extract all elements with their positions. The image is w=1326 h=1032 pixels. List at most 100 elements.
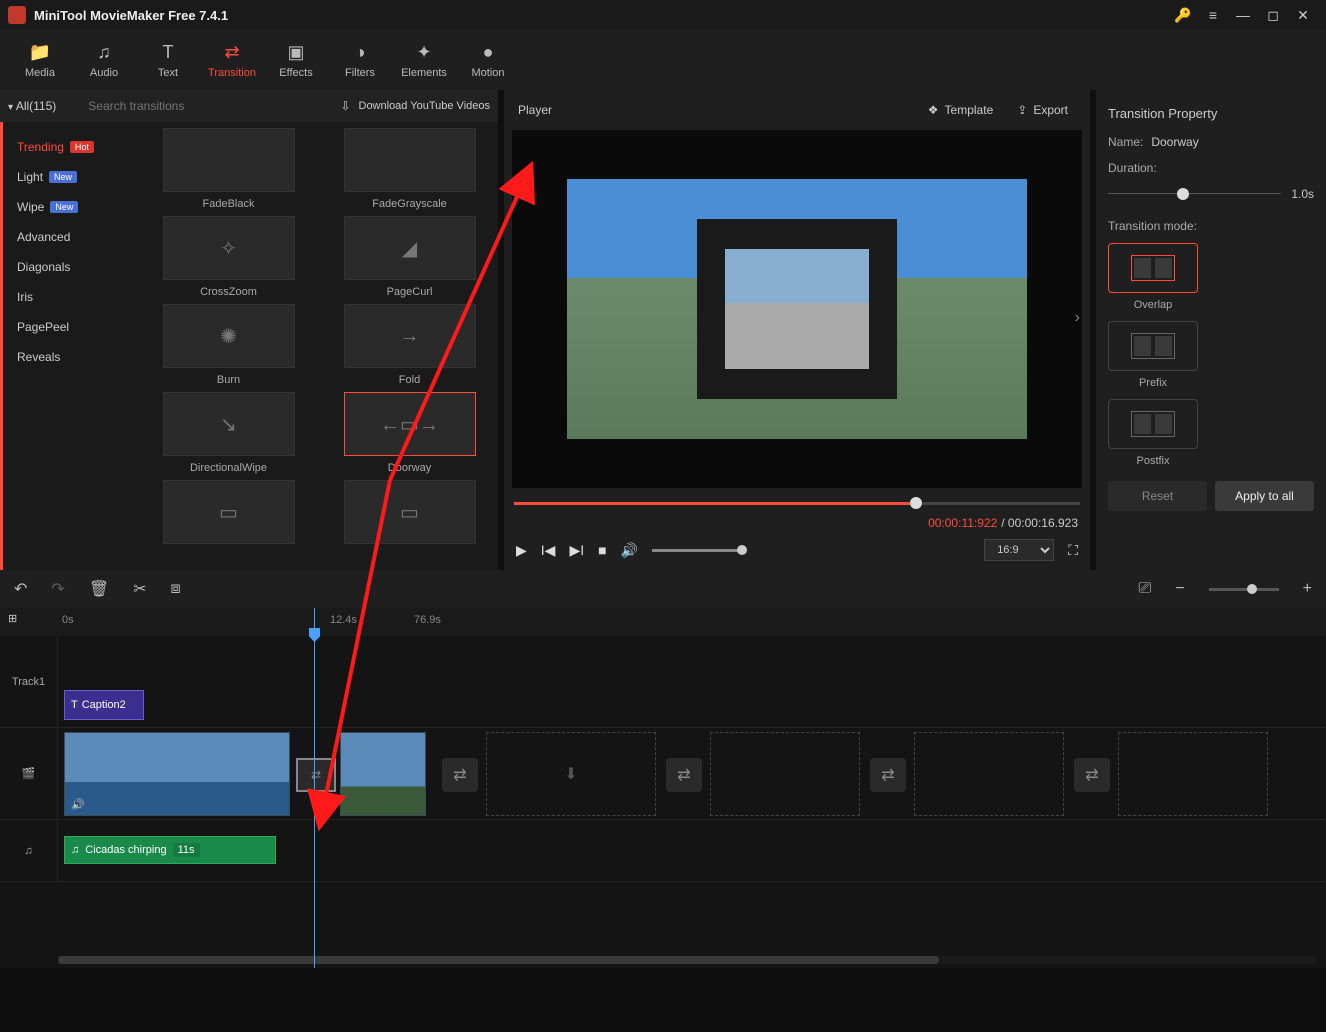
text-icon: T <box>71 699 78 711</box>
empty-slot[interactable] <box>914 732 1064 816</box>
mode-postfix[interactable] <box>1108 399 1198 449</box>
audio-track-icon: ♫ <box>0 820 58 881</box>
thumb-crosszoom[interactable]: ✧CrossZoom <box>146 216 311 298</box>
transition-browser: All(115) ⇩ Download YouTube Videos Trend… <box>0 90 498 570</box>
key-icon[interactable]: 🔑 <box>1168 0 1198 30</box>
thumb-burn[interactable]: ✺Burn <box>146 304 311 386</box>
chevron-right-icon[interactable]: › <box>1075 309 1080 327</box>
cat-diagonals[interactable]: Diagonals <box>3 252 140 282</box>
zoom-in-button[interactable]: + <box>1303 580 1312 598</box>
ruler-tick: 12.4s <box>330 614 357 626</box>
video-clip-2[interactable] <box>340 732 426 816</box>
mode-overlap[interactable] <box>1108 243 1198 293</box>
cat-pagepeel[interactable]: PagePeel <box>3 312 140 342</box>
crop-button[interactable]: ⧈ <box>171 580 181 598</box>
preview-viewport[interactable]: › <box>512 130 1082 488</box>
prev-frame-button[interactable]: I◀ <box>541 542 556 559</box>
tab-text[interactable]: TText <box>138 35 198 85</box>
fullscreen-button[interactable]: ⛶ <box>1068 542 1078 559</box>
volume-icon[interactable]: 🔊 <box>621 542 638 559</box>
export-icon: ⇪ <box>1017 103 1027 117</box>
next-frame-button[interactable]: ▶I <box>569 542 584 559</box>
tab-audio[interactable]: ♫Audio <box>74 35 134 85</box>
all-dropdown[interactable]: All(115) <box>8 99 56 113</box>
thumb-fadeblack[interactable]: FadeBlack <box>146 128 311 210</box>
transition-slot[interactable]: ⇄ <box>1074 758 1110 792</box>
download-videos-link[interactable]: Download YouTube Videos <box>359 100 491 112</box>
reset-button[interactable]: Reset <box>1108 481 1207 511</box>
titlebar: MiniTool MovieMaker Free 7.4.1 🔑 ≡ — ◻ ✕ <box>0 0 1326 30</box>
download-icon: ⬇ <box>564 764 577 784</box>
cut-button[interactable]: ✂ <box>133 579 146 599</box>
cat-advanced[interactable]: Advanced <box>3 222 140 252</box>
filters-icon: ◑ <box>355 42 366 63</box>
timeline-toolbar: ↶ ↷ 🗑 ✂ ⧈ ⎚ − + <box>0 570 1326 608</box>
thumb-fold[interactable]: →Fold <box>327 304 492 386</box>
add-track-button[interactable]: ⊞ <box>8 612 28 632</box>
tab-motion[interactable]: ●Motion <box>458 35 518 85</box>
app-logo-icon <box>8 6 26 24</box>
search-input[interactable] <box>84 95 332 117</box>
new-badge: New <box>49 171 77 183</box>
thumb-extra1[interactable]: ▭ <box>146 480 311 550</box>
cat-wipe[interactable]: WipeNew <box>3 192 140 222</box>
delete-button[interactable]: 🗑 <box>89 579 109 599</box>
timeline-ruler[interactable]: ⊞ 0s 12.4s 76.9s <box>0 608 1326 636</box>
thumb-fadegrayscale[interactable]: FadeGrayscale <box>327 128 492 210</box>
template-icon: ❖ <box>928 103 939 117</box>
aspect-ratio-select[interactable]: 16:9 <box>984 539 1054 561</box>
empty-slot[interactable]: ⬇ <box>486 732 656 816</box>
duration-slider[interactable]: 1.0s <box>1108 187 1314 201</box>
undo-button[interactable]: ↶ <box>14 579 27 599</box>
player-controls: ▶ I◀ ▶I ■ 🔊 16:9 ⛶ <box>504 530 1090 570</box>
tab-media[interactable]: 📁Media <box>10 35 70 85</box>
close-button[interactable]: ✕ <box>1288 0 1318 30</box>
cat-iris[interactable]: Iris <box>3 282 140 312</box>
hot-badge: Hot <box>70 141 94 153</box>
volume-slider[interactable] <box>652 549 742 552</box>
caption-clip[interactable]: TCaption2 <box>64 690 144 720</box>
seek-bar[interactable] <box>514 492 1080 516</box>
transition-slot[interactable]: ⇄ <box>442 758 478 792</box>
transition-slot[interactable]: ⇄ <box>870 758 906 792</box>
play-button[interactable]: ▶ <box>516 542 527 559</box>
thumb-extra2[interactable]: ▭ <box>327 480 492 550</box>
zoom-slider[interactable] <box>1209 588 1279 591</box>
cat-reveals[interactable]: Reveals <box>3 342 140 372</box>
mode-prefix[interactable] <box>1108 321 1198 371</box>
new-badge: New <box>50 201 78 213</box>
transition-on-timeline[interactable]: ⇄ <box>296 758 336 792</box>
playhead[interactable] <box>314 608 315 968</box>
audio-clip[interactable]: ♫ Cicadas chirping 11s <box>64 836 276 864</box>
empty-slot[interactable] <box>710 732 860 816</box>
video-clip-1[interactable]: 🔊 <box>64 732 290 816</box>
tab-elements[interactable]: ✦Elements <box>394 35 454 85</box>
timeline[interactable]: ⊞ 0s 12.4s 76.9s Track1 TCaption2 🎬 🔊 ⇄ … <box>0 608 1326 968</box>
thumb-directionalwipe[interactable]: ↘DirectionalWipe <box>146 392 311 474</box>
tab-transition[interactable]: ⇄Transition <box>202 35 262 85</box>
thumb-pagecurl[interactable]: ◢PageCurl <box>327 216 492 298</box>
zoom-out-button[interactable]: − <box>1175 580 1184 598</box>
minimize-button[interactable]: — <box>1228 0 1258 30</box>
maximize-button[interactable]: ◻ <box>1258 0 1288 30</box>
apply-all-button[interactable]: Apply to all <box>1215 481 1314 511</box>
tab-effects[interactable]: ▣Effects <box>266 35 326 85</box>
folder-icon: 📁 <box>29 42 51 63</box>
cat-trending[interactable]: TrendingHot <box>3 132 140 162</box>
tab-filters[interactable]: ◑Filters <box>330 35 390 85</box>
timeline-scrollbar[interactable] <box>58 956 1316 964</box>
empty-slot[interactable] <box>1118 732 1268 816</box>
menu-icon[interactable]: ≡ <box>1198 0 1228 30</box>
transition-gallery[interactable]: FadeBlack FadeGrayscale ✧CrossZoom ◢Page… <box>140 122 498 570</box>
thumb-doorway[interactable]: ←▭→Doorway <box>327 392 492 474</box>
snap-button[interactable]: ⎚ <box>1139 580 1152 598</box>
export-button[interactable]: ⇪Export <box>1009 99 1076 121</box>
template-button[interactable]: ❖Template <box>920 99 1001 121</box>
mode-label: Transition mode: <box>1108 219 1314 233</box>
elements-icon: ✦ <box>416 42 431 63</box>
transition-slot[interactable]: ⇄ <box>666 758 702 792</box>
cat-light[interactable]: LightNew <box>3 162 140 192</box>
name-value: Doorway <box>1151 135 1198 149</box>
redo-button[interactable]: ↷ <box>51 579 64 599</box>
stop-button[interactable]: ■ <box>598 542 606 558</box>
